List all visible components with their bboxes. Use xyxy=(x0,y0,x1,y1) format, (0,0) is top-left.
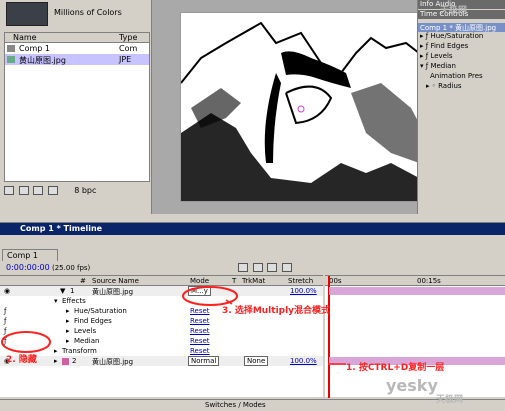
watermark-yesky: yesky xyxy=(386,376,438,395)
watermark-bottom: 天极网 xyxy=(436,395,464,405)
watermark-top: 天极网 xyxy=(440,6,468,16)
annotation-marks xyxy=(1,286,346,365)
